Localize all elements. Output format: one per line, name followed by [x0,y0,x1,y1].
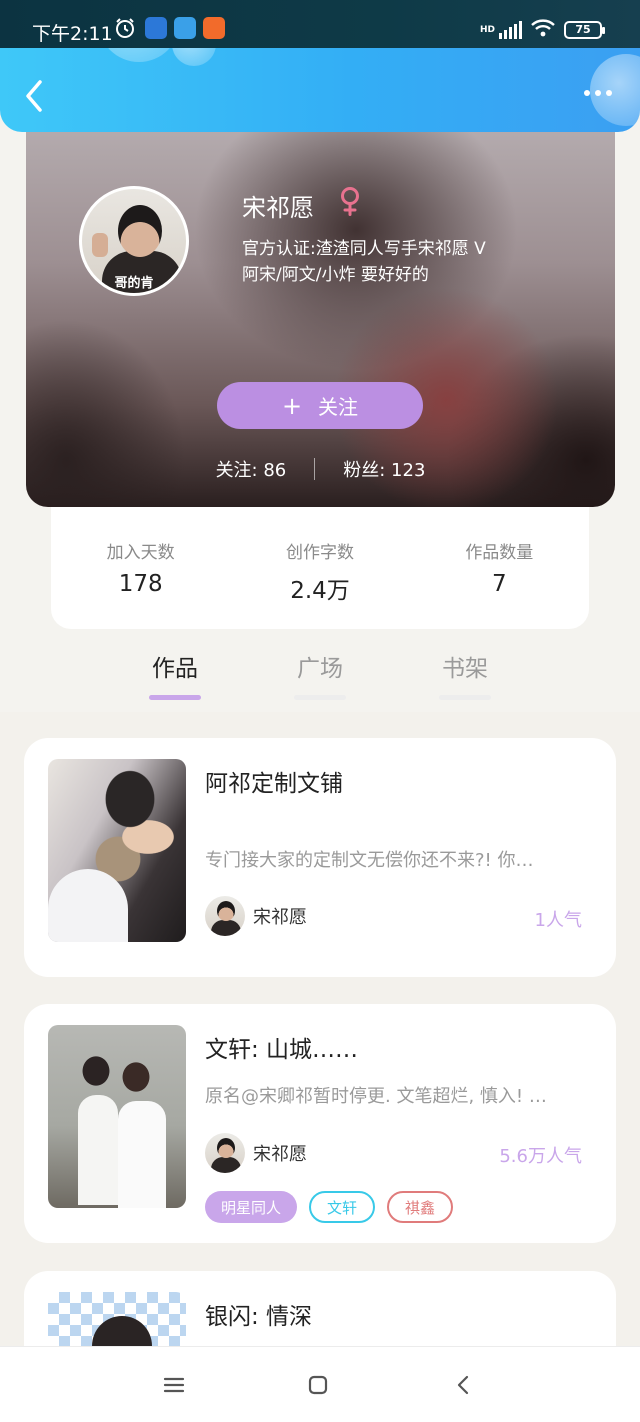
tab-square[interactable]: 广场 [280,649,360,700]
work-description: 专门接大家的定制文无偿你还不来?! 你… [205,850,534,871]
more-dots-icon [595,90,601,96]
stat-value: 178 [118,571,163,597]
work-title: 银闪: 情深 [205,1304,313,1330]
work-cover-image [48,759,186,942]
app-notification-icon [145,17,167,39]
verify-line: 官方认证:渣渣同人写手宋祁愿 V [242,239,486,259]
chevron-left-icon [26,80,42,112]
more-button[interactable] [584,90,612,96]
tab-indicator [149,695,201,700]
tag-wenxuan[interactable]: 文轩 [309,1191,376,1223]
more-dots-icon [606,90,612,96]
female-icon [338,186,362,216]
work-popularity: 5.6万人气 [499,1146,582,1167]
work-card[interactable]: 文轩: 山城…… 原名@宋卿祁暂时停更. 文笔超烂, 慎入! … 宋祁愿 5.6… [24,1004,616,1243]
stat-label: 加入天数 [106,543,175,563]
home-button[interactable] [304,1371,332,1399]
plus-icon: + [281,391,303,420]
author-name: 宋祁愿 [253,1144,307,1165]
stat-label: 创作字数 [285,543,354,563]
divider [314,458,316,480]
author-name: 宋祁愿 [253,907,307,928]
alarm-icon [114,17,136,39]
work-tags: 明星同人 文轩 祺鑫 [205,1191,454,1223]
more-dots-icon [584,90,590,96]
signal-icon [499,21,522,39]
back-chevron-icon [457,1375,469,1395]
stat-label: 作品数量 [465,543,534,563]
back-button[interactable] [20,78,52,114]
following-count[interactable]: 关注: 86 [216,456,287,482]
menu-button[interactable] [160,1371,188,1399]
avatar-caption: 哥的肯 [114,276,154,291]
tab-indicator [294,695,346,700]
tag-star-fanfic[interactable]: 明星同人 [205,1191,298,1223]
cloud-notification-icon [174,17,196,39]
profile-header: 哥的肯 宋祁愿 官方认证:渣渣同人写手宋祁愿 V 阿宋/阿文/小炸 要好好的 +… [26,100,615,507]
work-card[interactable]: 阿祁定制文铺 专门接大家的定制文无偿你还不来?! 你… 宋祁愿 1人气 [24,738,616,977]
status-time: 下午2:11 [32,23,113,45]
wifi-icon [530,18,556,42]
battery-icon: 75 [564,21,605,39]
work-cover-image [48,1025,186,1208]
system-nav-bar [0,1346,640,1422]
tag-qixin[interactable]: 祺鑫 [387,1191,454,1223]
nav-back-button[interactable] [450,1371,478,1399]
work-author: 宋祁愿 [205,896,307,936]
author-avatar [205,1133,245,1173]
stat-join-days: 加入天数 178 [51,538,230,629]
work-description: 原名@宋卿祁暂时停更. 文笔超烂, 慎入! … [205,1086,547,1107]
profile-name: 宋祁愿 [242,194,314,222]
followers-count[interactable]: 粉丝: 123 [343,456,425,482]
menu-icon [163,1377,185,1393]
profile-avatar[interactable]: 哥的肯 [79,186,189,296]
stat-word-count: 创作字数 2.4万 [230,538,409,629]
work-popularity: 1人气 [534,910,582,931]
status-bar: 下午2:11 HD 75 [0,0,640,48]
work-title: 阿祁定制文铺 [205,771,343,797]
stat-value: 2.4万 [290,578,350,604]
author-avatar [205,896,245,936]
tab-label: 书架 [442,656,488,682]
follow-button-label: 关注 [318,395,359,419]
stat-value: 7 [492,571,507,597]
tab-label: 广场 [297,656,343,682]
tab-label: 作品 [152,656,198,682]
home-square-icon [308,1375,328,1395]
hd-label: HD [479,25,495,35]
app-notification-icon [203,17,225,39]
follow-button[interactable]: + 关注 [217,382,423,429]
follow-stats: 关注: 86 粉丝: 123 [26,456,615,482]
tab-works[interactable]: 作品 [135,649,215,700]
work-author: 宋祁愿 [205,1133,307,1173]
verify-info: 官方认证:渣渣同人写手宋祁愿 V 阿宋/阿文/小炸 要好好的 [242,236,486,288]
tab-bookshelf[interactable]: 书架 [425,649,505,700]
stat-works-count: 作品数量 7 [410,538,589,629]
work-title: 文轩: 山城…… [205,1037,359,1063]
tab-bar: 作品 广场 书架 [0,629,640,713]
tab-indicator [439,695,491,700]
bio-line: 阿宋/阿文/小炸 要好好的 [242,265,429,285]
status-indicators: HD 75 [479,18,605,42]
